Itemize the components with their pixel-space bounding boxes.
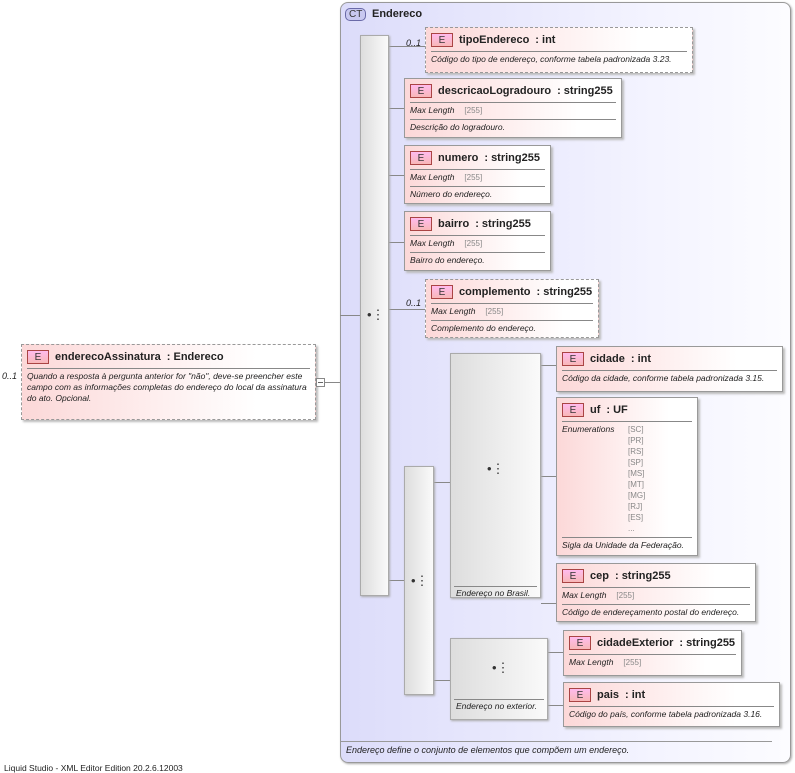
element-descricaoLogradouro[interactable]: EdescricaoLogradouro : string255 Max Leng… xyxy=(404,78,622,138)
element-doc: Código de endereçamento postal do endere… xyxy=(562,607,740,617)
element-type: : int xyxy=(630,353,652,365)
element-badge: E xyxy=(27,350,49,364)
facet-name: Max Length xyxy=(410,172,455,182)
element-doc: Número do endereço. xyxy=(410,189,493,199)
facet-name: Max Length xyxy=(569,657,614,667)
element-uf[interactable]: Euf : UF Enumerations [SC] [PR] [RS] [SP]… xyxy=(556,397,698,556)
sequence-compositor[interactable]: •⋮ xyxy=(360,35,389,596)
sequence-icon: •⋮ xyxy=(487,461,505,476)
element-badge: E xyxy=(562,403,584,417)
element-cidadeExterior[interactable]: EcidadeExterior : string255 Max Length [25… xyxy=(563,630,742,676)
footer-version: Liquid Studio - XML Editor Edition 20.2.… xyxy=(4,763,183,773)
element-name: complemento xyxy=(459,286,531,298)
group-brasil[interactable]: •⋮ Endereço no Brasil. xyxy=(450,353,541,598)
element-name: descricaoLogradouro xyxy=(438,85,552,97)
element-name: cidadeExterior xyxy=(597,637,674,649)
element-type: : UF xyxy=(606,404,628,416)
group-doc: Endereço no exterior. xyxy=(456,701,537,711)
element-badge: E xyxy=(562,569,584,583)
element-doc: Sigla da Unidade da Federação. xyxy=(562,540,684,550)
ct-doc: Endereço define o conjunto de elementos … xyxy=(346,745,630,755)
element-name: bairro xyxy=(438,218,470,230)
element-type: : int xyxy=(535,34,556,46)
facet-name: Max Length xyxy=(410,105,455,115)
element-name: numero xyxy=(438,152,479,164)
element-name: enderecoAssinatura xyxy=(55,351,161,363)
facet-name: Enumerations xyxy=(562,424,615,434)
element-type: : Endereco xyxy=(166,351,224,363)
facet-value: [255] xyxy=(464,239,483,248)
element-pais[interactable]: Epais : int Código do país, conforme tabe… xyxy=(563,682,780,727)
root-occurs: 0..1 xyxy=(2,371,18,381)
element-bairro[interactable]: Ebairro : string255 Max Length [255] Bairr… xyxy=(404,211,551,271)
group-doc: Endereço no Brasil. xyxy=(456,588,531,598)
enum-value: [MS] xyxy=(628,469,645,478)
element-name: tipoEndereco xyxy=(459,34,530,46)
choice-compositor[interactable]: •⋮ xyxy=(404,466,434,695)
element-type: : string255 xyxy=(557,85,613,97)
element-badge: E xyxy=(410,217,432,231)
element-name: uf xyxy=(590,404,601,416)
element-complemento[interactable]: Ecomplemento: string255 Max Length [255] … xyxy=(425,279,599,338)
element-name: cep xyxy=(590,570,609,582)
element-tipoEndereco[interactable]: EtipoEndereco : int Código do tipo de end… xyxy=(425,27,693,73)
element-numero[interactable]: Enumero : string255 Max Length [255] Númer… xyxy=(404,145,551,204)
enum-value: [SP] xyxy=(628,458,644,467)
element-badge: E xyxy=(569,688,591,702)
facet-value: [255] xyxy=(464,106,483,115)
enum-value: [RJ] xyxy=(628,502,643,511)
element-doc: Código do país, conforme tabela padroniz… xyxy=(569,709,763,719)
facet-value: [255] xyxy=(616,591,635,600)
element-badge: E xyxy=(410,84,432,98)
element-doc: Bairro do endereço. xyxy=(410,255,485,265)
element-type: : string255 xyxy=(614,570,671,582)
element-name: cidade xyxy=(590,353,625,365)
element-doc: Descrição do logradouro. xyxy=(410,122,505,132)
element-cidade[interactable]: Ecidade : int Código da cidade, conforme … xyxy=(556,346,783,392)
element-badge: E xyxy=(431,33,453,47)
element-type: : string255 xyxy=(475,218,531,230)
element-badge: E xyxy=(562,352,584,366)
element-name: pais xyxy=(597,689,620,701)
enum-value: [MG] xyxy=(628,491,646,500)
enum-value: ... xyxy=(628,524,635,533)
enum-list: [SC] [PR] [RS] [SP] [MS] [MT] [MG] [RJ] … xyxy=(628,424,645,534)
element-enderecoAssinatura[interactable]: EenderecoAssinatura : Endereco Quando a r… xyxy=(21,344,316,420)
facet-name: Max Length xyxy=(431,306,476,316)
element-badge: E xyxy=(569,636,591,650)
ct-badge: CT xyxy=(345,8,367,21)
collapse-toggle[interactable] xyxy=(316,378,325,387)
sequence-icon: •⋮ xyxy=(492,660,510,675)
element-type: : string255 xyxy=(679,637,736,649)
group-exterior[interactable]: •⋮ Endereço no exterior. xyxy=(450,638,548,720)
element-badge: E xyxy=(431,285,453,299)
element-doc: Complemento do endereço. xyxy=(431,323,536,333)
occurs-label: 0..1 xyxy=(406,38,422,48)
choice-icon: •⋮ xyxy=(411,573,429,588)
facet-name: Max Length xyxy=(562,590,607,600)
element-doc: Quando a resposta à pergunta anterior fo… xyxy=(27,371,307,403)
enum-value: [RS] xyxy=(628,447,644,456)
element-badge: E xyxy=(410,151,432,165)
sequence-icon: •⋮ xyxy=(367,307,385,322)
enum-value: [SC] xyxy=(628,425,644,434)
occurs-label: 0..1 xyxy=(406,298,422,308)
facet-value: [255] xyxy=(464,173,483,182)
facet-value: [255] xyxy=(623,658,642,667)
enum-value: [ES] xyxy=(628,513,644,522)
element-type: : string255 xyxy=(536,286,593,298)
element-cep[interactable]: Ecep : string255 Max Length [255] Código d… xyxy=(556,563,756,622)
enum-value: [PR] xyxy=(628,436,644,445)
facet-name: Max Length xyxy=(410,238,455,248)
element-type: : int xyxy=(625,689,646,701)
element-type: : string255 xyxy=(484,152,540,164)
element-doc: Código do tipo de endereço, conforme tab… xyxy=(431,54,672,64)
ct-name: Endereco xyxy=(372,8,423,20)
enum-value: [MT] xyxy=(628,480,644,489)
element-doc: Código da cidade, conforme tabela padron… xyxy=(562,373,765,383)
facet-value: [255] xyxy=(485,307,504,316)
